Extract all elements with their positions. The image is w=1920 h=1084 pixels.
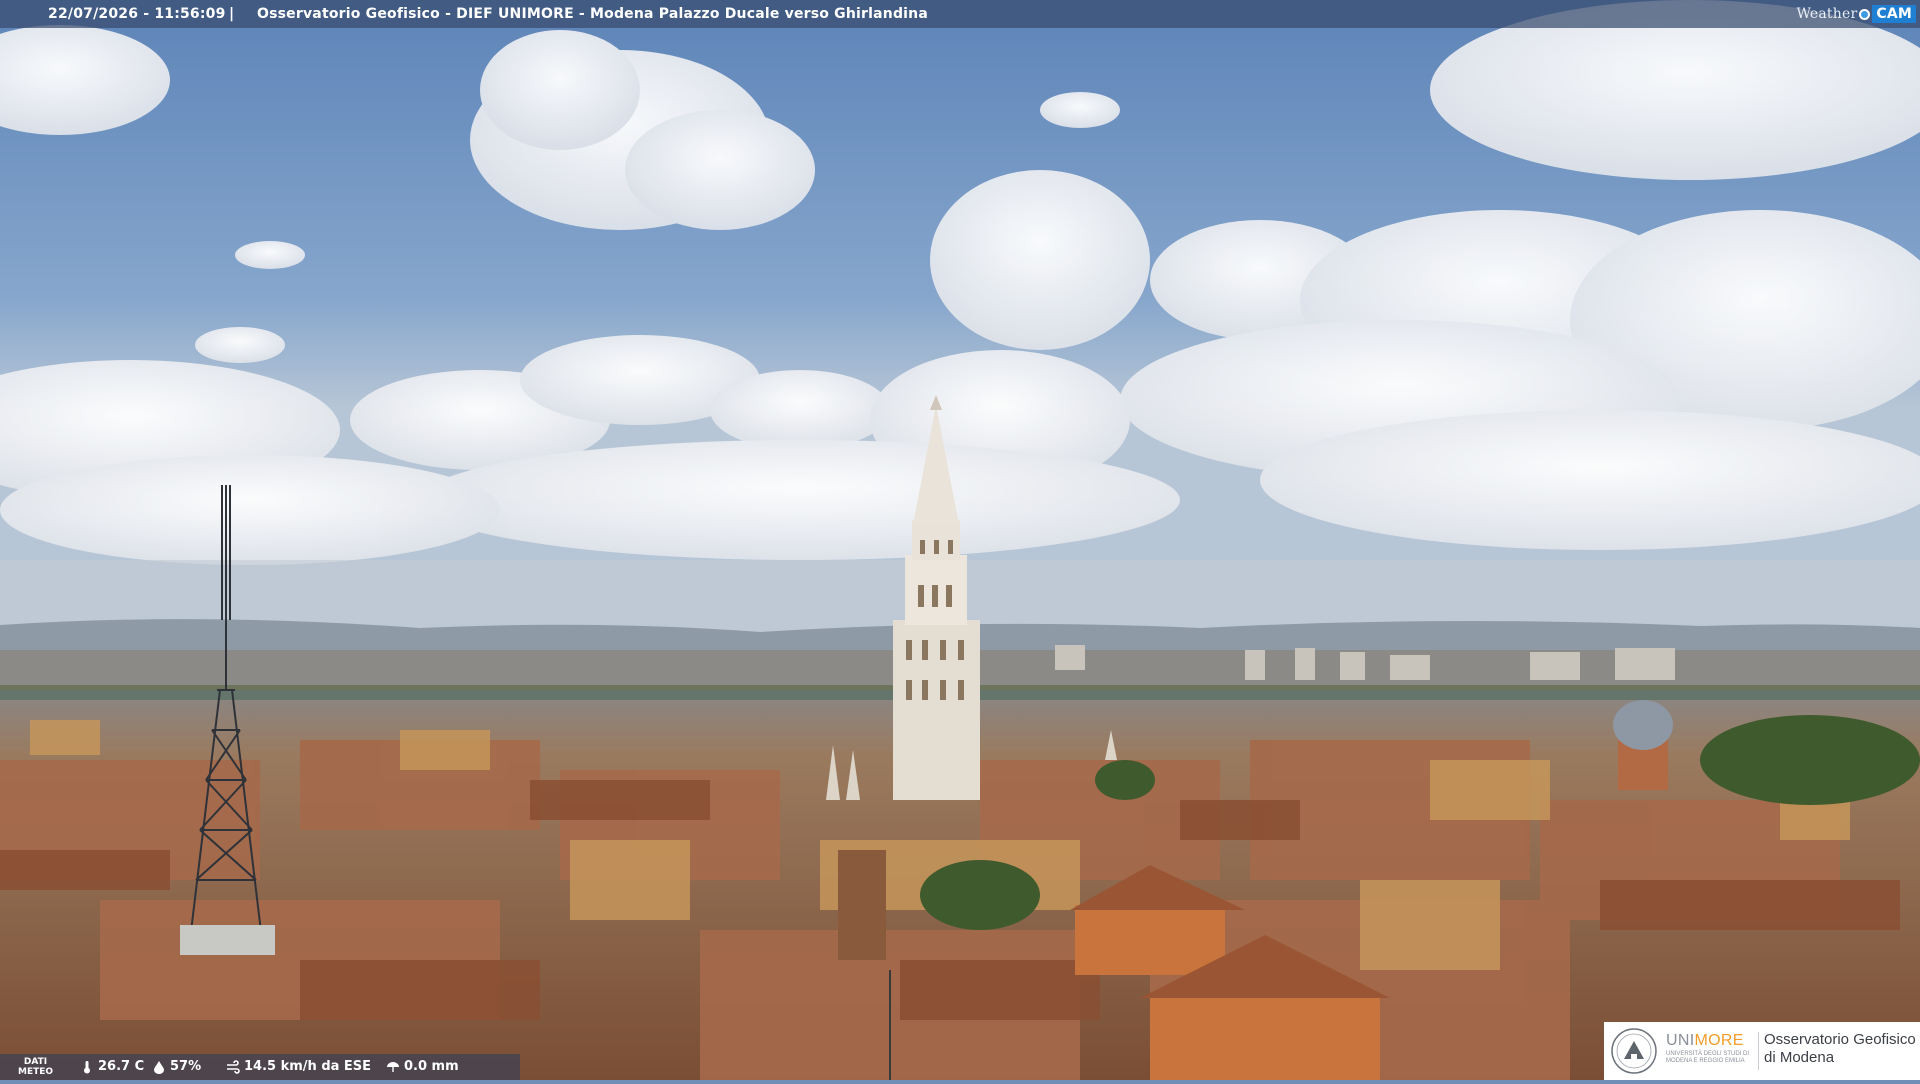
wind-readout: 14.5 km/h da ESE [226,1059,371,1074]
university-seal-icon [1611,1028,1657,1074]
weathercam-logo: Weather CAM [1796,2,1916,26]
header-bar: 22/07/2026 - 11:56:09 | Osservatorio Geo… [0,0,1920,28]
dome [1613,700,1673,750]
rain-value: 0.0 mm [404,1059,459,1074]
camera-title: Osservatorio Geofisico - DIEF UNIMORE - … [257,6,928,22]
temperature-value: 26.7 C [98,1059,145,1074]
humidity-value: 57% [170,1059,202,1074]
temperature-readout: 26.7 C [80,1059,144,1074]
timestamp: 22/07/2026 - 11:56:09 [48,6,226,22]
observatory-name: Osservatorio Geofisico di Modena [1764,1031,1916,1066]
wind-icon [227,1059,240,1074]
humidity-readout: 57% [152,1059,201,1074]
webcam-image [0,0,1920,1080]
logo-divider [1758,1032,1759,1070]
weathercam-logo-weather: Weather [1796,6,1858,22]
meteo-strip: DATI METEO 26.7 C 57% 14.5 km/h da ESE 0… [0,1054,520,1080]
thermometer-icon [84,1060,90,1073]
meteo-label: DATI METEO [18,1057,54,1077]
header-separator: | [229,6,235,22]
wind-value: 14.5 km/h da ESE [244,1059,372,1074]
rain-gauge-icon [387,1061,399,1072]
rain-readout: 0.0 mm [386,1059,459,1074]
unimore-logo: UNIMORE UNIVERSITÀ DEGLI STUDI DI MODENA… [1604,1022,1920,1080]
weathercam-dot-icon [1859,8,1871,20]
weathercam-logo-cam: CAM [1872,5,1916,23]
unimore-subtitle: UNIVERSITÀ DEGLI STUDI DI MODENA E REGGI… [1666,1051,1750,1064]
unimore-wordmark: UNIMORE [1666,1032,1744,1049]
humidity-icon [154,1060,164,1074]
